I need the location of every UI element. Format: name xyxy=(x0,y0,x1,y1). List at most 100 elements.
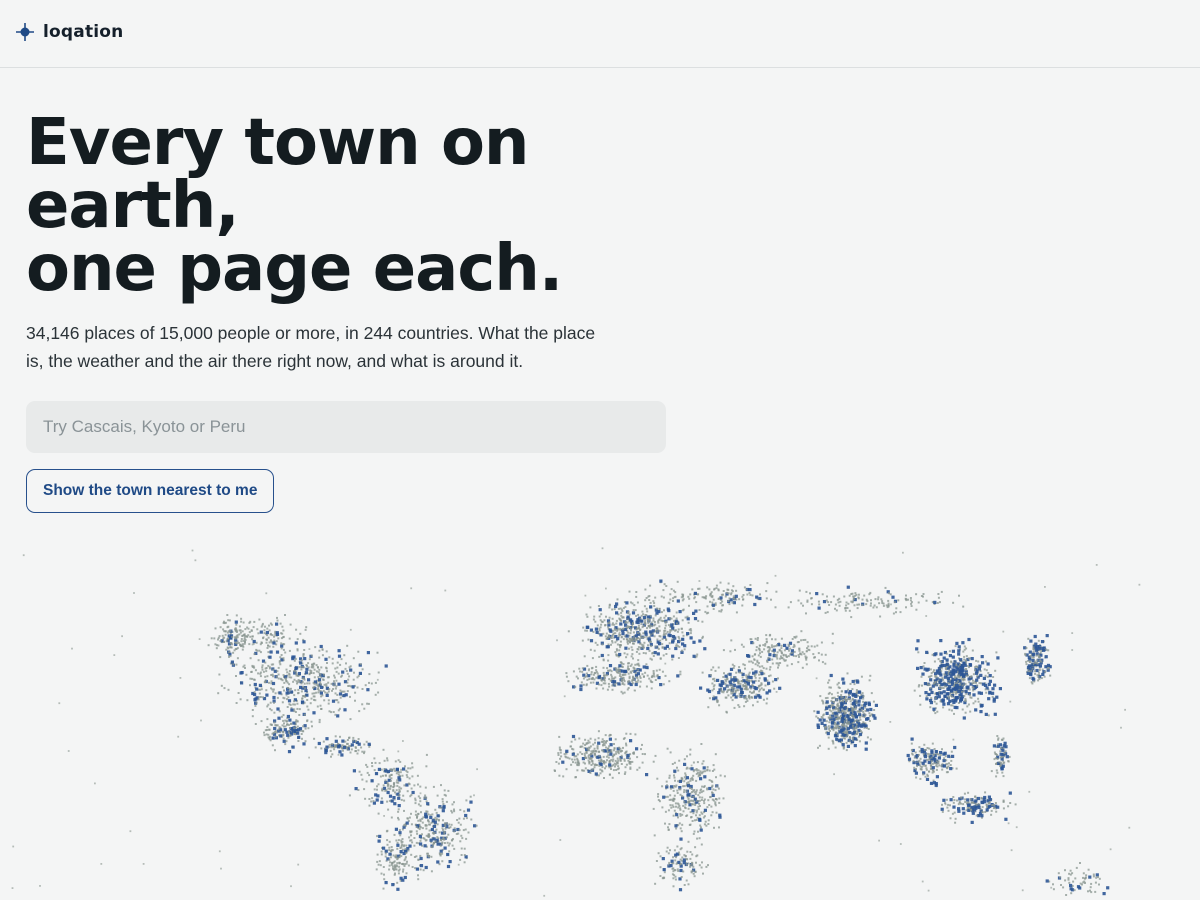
town-dot xyxy=(331,699,336,703)
town-dot xyxy=(349,718,352,721)
town-dot xyxy=(692,832,695,835)
town-dot xyxy=(671,626,675,630)
town-dot xyxy=(682,810,685,813)
town-dot xyxy=(669,864,673,868)
town-dot xyxy=(1039,651,1042,654)
town-dot xyxy=(844,732,847,734)
town-dot xyxy=(941,699,945,703)
town-dot xyxy=(599,633,603,637)
town-dot xyxy=(711,689,714,692)
town-dot xyxy=(953,745,957,750)
town-dot xyxy=(407,767,410,770)
town-dot xyxy=(1038,646,1042,650)
town-dot xyxy=(946,692,950,696)
town-dot xyxy=(376,853,379,856)
town-dot xyxy=(974,669,977,672)
town-dot xyxy=(857,596,860,599)
town-dot xyxy=(265,630,269,635)
town-dot xyxy=(337,701,340,704)
town-dot xyxy=(931,762,934,765)
town-dot xyxy=(329,749,332,752)
town-dot xyxy=(702,760,705,763)
brand-logo-link[interactable]: loqation xyxy=(15,22,123,42)
town-dot xyxy=(443,846,447,850)
town-dot xyxy=(351,685,355,689)
town-dot xyxy=(623,683,626,686)
town-dot xyxy=(732,667,735,669)
town-dot xyxy=(599,772,602,775)
town-dot xyxy=(614,641,617,644)
town-dot xyxy=(951,672,955,676)
town-dot xyxy=(628,625,631,628)
town-dot xyxy=(1045,648,1048,651)
town-dot xyxy=(923,662,926,664)
town-dot xyxy=(304,740,307,743)
town-dot xyxy=(383,878,386,881)
town-dot xyxy=(689,823,692,826)
town-dot xyxy=(719,774,722,777)
town-dot xyxy=(1038,669,1041,671)
town-dot xyxy=(661,806,664,809)
town-dot xyxy=(828,709,831,712)
town-dot xyxy=(651,675,654,678)
town-dot xyxy=(675,805,677,808)
hero-section: Every town on earth, one page each. 34,1… xyxy=(26,111,686,375)
town-dot xyxy=(322,678,325,681)
town-dot xyxy=(394,760,397,763)
town-dot xyxy=(647,644,649,647)
town-dot xyxy=(608,606,611,609)
town-dot xyxy=(576,759,579,761)
town-dot xyxy=(852,727,855,730)
town-dot xyxy=(679,813,682,815)
town-dot xyxy=(827,747,830,750)
town-dot xyxy=(767,681,771,685)
town-dot xyxy=(649,605,653,609)
town-dot xyxy=(378,860,381,863)
dot-map-canvas xyxy=(11,547,1141,897)
town-dot xyxy=(670,588,673,591)
town-dot xyxy=(419,842,423,846)
town-dot xyxy=(661,785,664,788)
town-dot xyxy=(659,683,663,687)
town-dot xyxy=(382,887,385,890)
town-dot xyxy=(852,730,856,734)
town-dot xyxy=(378,762,381,765)
town-dot xyxy=(408,844,412,848)
town-dot xyxy=(584,762,586,765)
town-dot xyxy=(386,769,390,774)
town-dot xyxy=(642,675,645,678)
town-dot xyxy=(244,667,246,669)
town-dot xyxy=(384,774,387,777)
town-dot xyxy=(313,692,316,695)
town-dot xyxy=(388,849,391,852)
town-dot xyxy=(282,674,285,677)
town-dot xyxy=(916,666,920,670)
town-dot xyxy=(447,789,450,792)
town-dot xyxy=(708,786,712,791)
town-dot xyxy=(971,679,974,682)
town-dot xyxy=(683,800,686,803)
nearest-town-button[interactable]: Show the town nearest to me xyxy=(26,469,275,513)
search-input[interactable] xyxy=(26,401,666,453)
town-dot xyxy=(268,655,272,659)
town-dot xyxy=(700,743,703,745)
town-dot xyxy=(282,657,285,660)
town-dot xyxy=(312,672,315,675)
town-dot xyxy=(630,646,633,649)
town-dot xyxy=(313,676,316,679)
town-dot xyxy=(738,680,741,683)
town-dot xyxy=(925,697,929,701)
town-dot xyxy=(1034,648,1038,652)
town-dot xyxy=(828,717,831,720)
town-dot xyxy=(684,807,687,810)
town-dot xyxy=(405,844,408,847)
town-dot xyxy=(717,588,720,591)
town-dot xyxy=(613,683,616,686)
town-dot xyxy=(260,641,263,644)
town-dot xyxy=(711,784,714,787)
town-dot xyxy=(240,617,243,620)
town-dot xyxy=(286,714,290,719)
town-dot xyxy=(565,749,569,753)
town-dot xyxy=(286,698,288,701)
town-dot xyxy=(415,830,418,833)
